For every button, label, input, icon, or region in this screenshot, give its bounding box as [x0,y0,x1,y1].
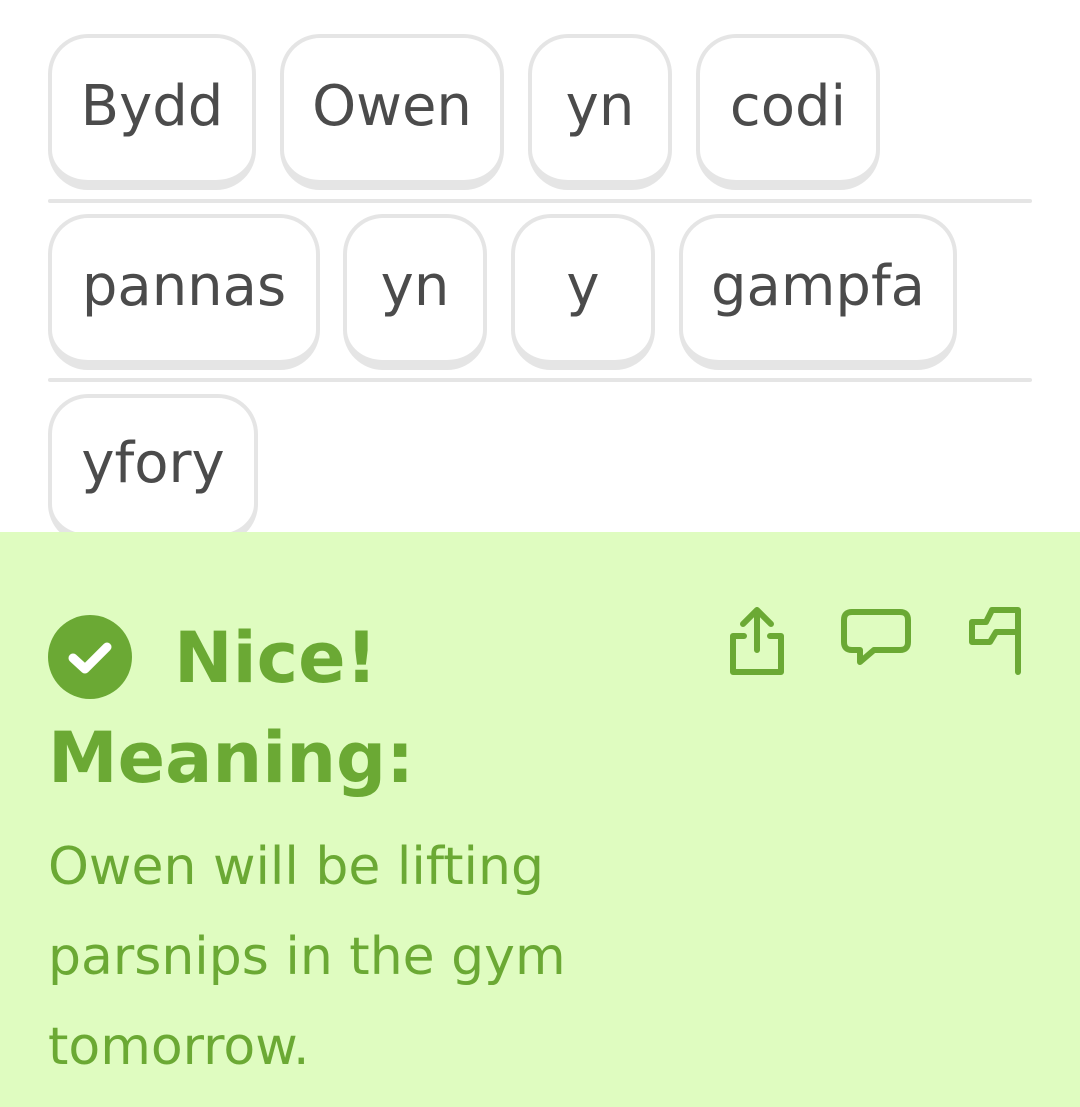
word-tile[interactable]: Owen [280,34,504,190]
word-tile[interactable]: codi [696,34,880,190]
report-flag-icon[interactable] [964,604,1028,678]
feedback-title: Nice! [174,617,378,699]
comment-icon[interactable] [838,604,914,670]
meaning-label: Meaning: [48,717,415,799]
word-tile[interactable]: yn [343,214,487,370]
share-icon[interactable] [724,604,790,678]
word-tile[interactable]: Bydd [48,34,256,190]
feedback-panel: Nice! Meaning: Owen will be lifting pars… [0,532,1080,1107]
word-tile[interactable]: y [511,214,655,370]
answer-area: Bydd Owen yn codi pannas yn y gampfa yfo… [0,0,1080,544]
word-tile[interactable]: gampfa [679,214,957,370]
check-circle-icon [48,615,132,699]
meaning-text: Owen will be lifting parsnips in the gym… [48,837,566,1077]
answer-line [48,378,1032,382]
word-tile[interactable]: pannas [48,214,320,370]
word-tile[interactable]: yn [528,34,672,190]
word-tile[interactable]: yfory [48,394,258,544]
answer-line [48,199,1032,203]
